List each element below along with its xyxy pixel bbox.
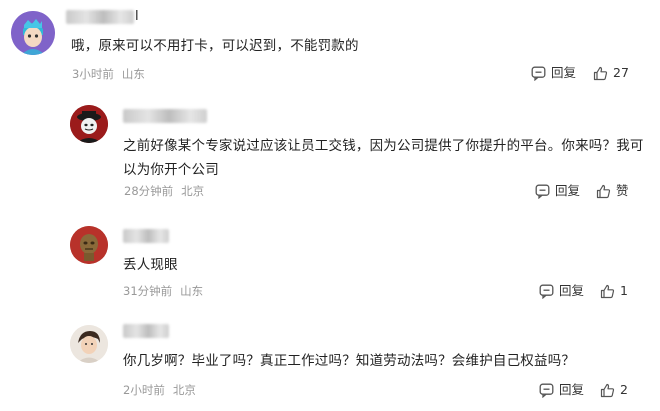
comment-item: l 哦，原来可以不用打卡，可以迟到，不能罚款的 3小时前 山东 回复 27 xyxy=(0,0,660,92)
comment-text: 丢人现眼 xyxy=(123,257,178,273)
like-count: 27 xyxy=(613,65,629,80)
masked-figure-avatar-icon[interactable] xyxy=(70,105,108,143)
cartoon-avatar-icon[interactable] xyxy=(11,11,55,55)
reply-label: 回复 xyxy=(551,65,577,80)
thumbs-up-icon xyxy=(600,383,615,397)
comment-location: 北京 xyxy=(172,383,196,397)
comment-location: 山东 xyxy=(180,284,204,298)
reply-label: 回复 xyxy=(555,183,581,198)
reply-bubble-icon xyxy=(539,383,554,398)
bronze-figure-avatar-icon[interactable] xyxy=(70,226,108,264)
thumbs-up-icon xyxy=(600,284,615,298)
reply-bubble-icon xyxy=(539,284,554,299)
like-button[interactable]: 27 xyxy=(593,65,629,81)
comment-meta: 3小时前 山东 xyxy=(72,67,145,81)
like-button[interactable]: 1 xyxy=(600,283,628,299)
reply-label: 回复 xyxy=(559,283,585,298)
like-count: 1 xyxy=(620,283,628,298)
username-redacted[interactable] xyxy=(123,109,207,123)
comment-text: 哦，原来可以不用打卡，可以迟到，不能罚款的 xyxy=(71,38,359,54)
username-redacted[interactable] xyxy=(123,229,169,243)
comment-meta: 2小时前 北京 xyxy=(123,383,196,397)
comment-item: 之前好像某个专家说过应该让员工交钱，因为公司提供了你提升的平台。你来吗？我可 以… xyxy=(0,92,660,204)
comment-text: 之前好像某个专家说过应该让员工交钱，因为公司提供了你提升的平台。你来吗？我可 以… xyxy=(123,138,644,178)
reply-label: 回复 xyxy=(559,382,585,397)
like-button[interactable]: 赞 xyxy=(596,183,629,199)
comment-time: 2小时前 xyxy=(123,383,165,397)
comment-time: 3小时前 xyxy=(72,67,114,81)
username-suffix: l xyxy=(135,9,139,24)
reply-button[interactable]: 回复 xyxy=(535,183,580,199)
photo-avatar-icon[interactable] xyxy=(70,325,108,363)
comment-meta: 28分钟前 北京 xyxy=(124,184,204,198)
reply-bubble-icon xyxy=(535,184,550,199)
comment-location: 北京 xyxy=(181,184,205,198)
reply-button[interactable]: 回复 xyxy=(539,382,584,398)
username-redacted[interactable] xyxy=(66,10,134,24)
like-button[interactable]: 2 xyxy=(600,382,628,398)
comment-item: 丢人现眼 31分钟前 山东 回复 1 xyxy=(0,204,660,304)
thumbs-up-icon xyxy=(596,184,611,198)
username-redacted[interactable] xyxy=(123,324,169,338)
comment-time: 31分钟前 xyxy=(123,284,173,298)
like-count: 2 xyxy=(620,382,628,397)
comment-location: 山东 xyxy=(121,67,145,81)
thumbs-up-icon xyxy=(593,66,608,80)
comment-meta: 31分钟前 山东 xyxy=(123,284,203,298)
comment-time: 28分钟前 xyxy=(124,184,174,198)
reply-bubble-icon xyxy=(531,66,546,81)
like-count: 赞 xyxy=(616,183,629,198)
reply-button[interactable]: 回复 xyxy=(531,65,576,81)
comment-item: 你几岁啊？毕业了吗？真正工作过吗？知道劳动法吗？会维护自己权益吗？ 2小时前 北京… xyxy=(0,304,660,411)
comment-text: 你几岁啊？毕业了吗？真正工作过吗？知道劳动法吗？会维护自己权益吗？ xyxy=(123,353,576,369)
reply-button[interactable]: 回复 xyxy=(539,283,584,299)
